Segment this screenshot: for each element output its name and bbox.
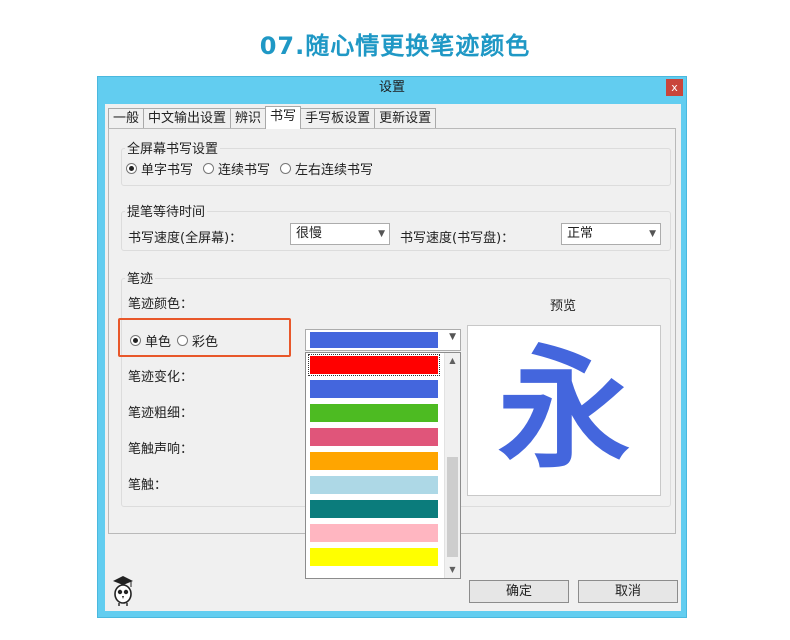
color-dropdown-list: ▲ ▼: [305, 352, 461, 579]
color-option-orange[interactable]: [310, 452, 438, 470]
scroll-down-icon[interactable]: ▼: [445, 562, 460, 578]
chevron-down-icon: ▼: [378, 229, 385, 239]
tab-recognition[interactable]: 辨识: [230, 108, 267, 128]
color-option-pink[interactable]: [310, 428, 438, 446]
stroke-variation-label: 笔迹变化：: [128, 370, 194, 385]
fullscreen-group-title: 全屏幕书写设置: [125, 138, 221, 157]
selected-color-swatch: [310, 332, 438, 348]
radio-single-color-label: 单色: [145, 335, 172, 350]
preview-label: 预览: [550, 299, 577, 314]
cancel-button[interactable]: 取消: [578, 580, 678, 603]
color-option-yellow[interactable]: [310, 548, 438, 566]
tab-tablet-settings[interactable]: 手写板设置: [300, 108, 376, 128]
scroll-thumb[interactable]: [447, 457, 458, 557]
owl-logo-icon: [109, 574, 137, 608]
tab-update-settings[interactable]: 更新设置: [374, 108, 437, 128]
scroll-up-icon[interactable]: ▲: [445, 353, 460, 369]
stroke-color-select[interactable]: ▼: [305, 329, 461, 351]
stroke-touch-label: 笔触：: [128, 478, 168, 493]
stroke-preview-box: 永: [467, 325, 661, 496]
stroke-color-label: 笔迹颜色：: [128, 297, 194, 312]
radio-single-color[interactable]: [130, 335, 141, 346]
chevron-down-icon: ▼: [449, 332, 456, 342]
radio-single-char-label: 单字书写: [141, 163, 194, 178]
color-option-red[interactable]: [308, 354, 440, 376]
radio-left-right-continuous[interactable]: [280, 163, 292, 174]
pad-speed-label: 书写速度(书写盘)：: [400, 231, 515, 246]
color-option-light-pink[interactable]: [310, 524, 438, 542]
window-client: 一般 中文输出设置 辨识 书写 手写板设置 更新设置 全屏幕书写设置 单字书写 …: [105, 104, 681, 611]
stroke-thickness-label: 笔迹粗细：: [128, 406, 194, 421]
color-option-teal[interactable]: [310, 500, 438, 518]
color-mode-options: 单色 彩色: [130, 331, 228, 350]
color-option-blue[interactable]: [310, 380, 438, 398]
tab-general[interactable]: 一般: [108, 108, 145, 128]
pad-speed-value: 正常: [567, 226, 594, 241]
preview-character: 永: [498, 332, 630, 487]
wait-time-group-title: 提笔等待时间: [125, 201, 208, 220]
radio-continuous[interactable]: [203, 163, 215, 174]
writing-panel: 全屏幕书写设置 单字书写 连续书写 左右连续书写 提笔等待时间 书写速度(全屏幕…: [108, 128, 676, 579]
fullscreen-speed-value: 很慢: [296, 226, 323, 241]
stroke-sound-label: 笔触声响：: [128, 442, 194, 457]
window-title: 设置: [378, 80, 405, 95]
settings-window: 设置 x 一般 中文输出设置 辨识 书写 手写板设置 更新设置 全屏幕书写设置 …: [97, 76, 687, 618]
tab-bar: 一般 中文输出设置 辨识 书写 手写板设置 更新设置: [108, 106, 437, 129]
radio-single-char[interactable]: [126, 163, 137, 174]
radio-continuous-label: 连续书写: [218, 163, 271, 178]
chevron-down-icon: ▼: [649, 229, 656, 239]
stroke-group-title: 笔迹: [125, 268, 156, 287]
pad-speed-select[interactable]: 正常 ▼: [561, 223, 661, 245]
fullscreen-speed-label: 书写速度(全屏幕)：: [128, 231, 243, 246]
ok-button[interactable]: 确定: [469, 580, 569, 603]
tab-writing[interactable]: 书写: [265, 106, 302, 129]
fullscreen-mode-options: 单字书写 连续书写 左右连续书写: [126, 159, 383, 178]
page-headline: 07.随心情更换笔迹颜色: [259, 32, 531, 60]
fullscreen-speed-select[interactable]: 很慢 ▼: [290, 223, 390, 245]
close-icon[interactable]: x: [666, 79, 683, 96]
radio-multi-color-label: 彩色: [192, 335, 219, 350]
radio-multi-color[interactable]: [177, 335, 189, 346]
radio-left-right-continuous-label: 左右连续书写: [295, 163, 374, 178]
dropdown-scrollbar[interactable]: ▲ ▼: [444, 353, 460, 578]
tab-chinese-output[interactable]: 中文输出设置: [143, 108, 232, 128]
color-option-green[interactable]: [310, 404, 438, 422]
color-option-light-blue[interactable]: [310, 476, 438, 494]
